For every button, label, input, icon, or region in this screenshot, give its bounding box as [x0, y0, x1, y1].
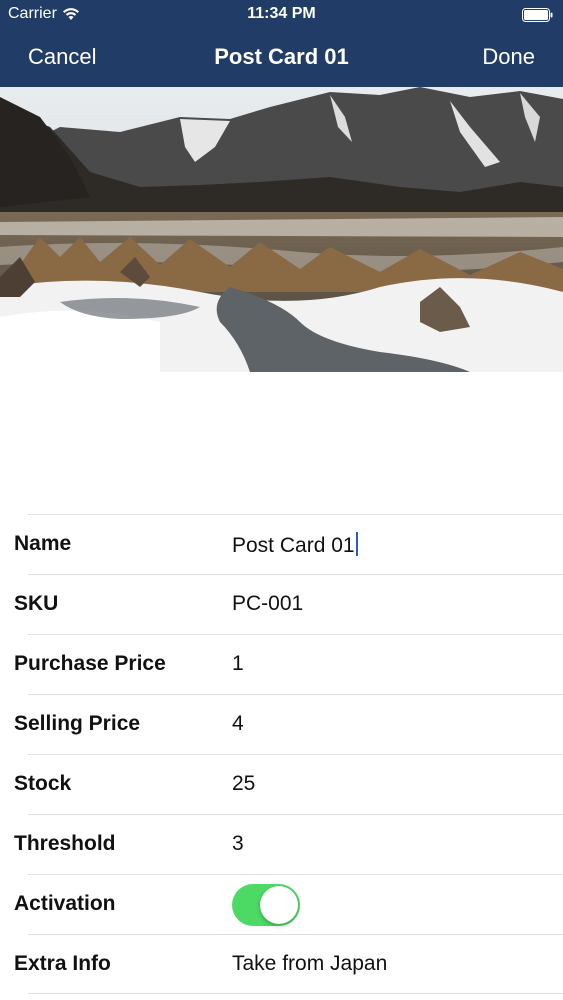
done-button[interactable]: Done [482, 44, 535, 70]
landscape-image [0, 87, 563, 372]
sku-label: SKU [14, 592, 59, 615]
form-row-threshold: Threshold 3 [14, 814, 563, 874]
name-field[interactable]: Post Card 01 [232, 532, 358, 558]
form-row-selling-price: Selling Price 4 [14, 694, 563, 754]
extra-info-field[interactable]: Take from Japan [232, 952, 387, 976]
purchase-price-field[interactable]: 1 [232, 652, 244, 676]
threshold-field[interactable]: 3 [232, 832, 244, 856]
battery-icon [522, 8, 553, 22]
name-label: Name [14, 532, 72, 555]
name-value: Post Card 01 [232, 534, 355, 557]
toggle-knob [260, 886, 298, 924]
product-form: Name Post Card 01 SKU PC-001 Purchase Pr… [0, 514, 563, 994]
sku-field[interactable]: PC-001 [232, 592, 303, 616]
navigation-bar: Cancel Post Card 01 Done [0, 28, 563, 87]
form-row-activation: Activation [14, 874, 563, 934]
selling-price-label: Selling Price [14, 712, 141, 735]
text-cursor [355, 532, 358, 556]
activation-label: Activation [14, 892, 116, 915]
form-row-sku: SKU PC-001 [14, 574, 563, 634]
top-bar: Carrier 11:34 PM Cancel Post Card 01 Don… [0, 0, 563, 87]
cancel-button[interactable]: Cancel [28, 44, 96, 70]
form-row-extra-info: Extra Info Take from Japan [14, 934, 563, 994]
threshold-label: Threshold [14, 832, 116, 855]
extra-info-label: Extra Info [14, 952, 111, 975]
stock-label: Stock [14, 772, 72, 795]
form-row-purchase-price: Purchase Price 1 [14, 634, 563, 694]
stock-field[interactable]: 25 [232, 772, 255, 796]
status-bar: Carrier 11:34 PM [0, 0, 563, 28]
status-time: 11:34 PM [247, 5, 316, 22]
purchase-price-label: Purchase Price [14, 652, 166, 675]
product-photo[interactable] [0, 87, 563, 372]
form-row-name: Name Post Card 01 [14, 514, 563, 574]
form-row-stock: Stock 25 [14, 754, 563, 814]
activation-toggle[interactable] [232, 884, 300, 926]
selling-price-field[interactable]: 4 [232, 712, 244, 736]
